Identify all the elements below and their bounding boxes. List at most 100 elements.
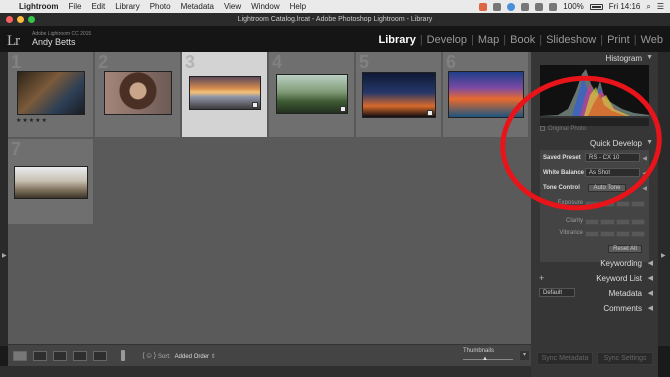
- original-photo-toggle[interactable]: Original Photo: [540, 126, 586, 132]
- menu-edit[interactable]: Edit: [86, 2, 110, 11]
- module-develop[interactable]: Develop: [424, 34, 470, 46]
- edited-badge-icon[interactable]: [427, 110, 433, 116]
- right-panel-edge[interactable]: ▶: [658, 52, 670, 346]
- compare-view-button[interactable]: [53, 351, 67, 361]
- tray-app-icon[interactable]: [507, 2, 516, 11]
- wifi-icon[interactable]: [535, 2, 544, 11]
- expand-left-panel-icon[interactable]: ▶: [2, 252, 7, 259]
- star-rating[interactable]: ★★★★★: [16, 117, 48, 124]
- menu-library[interactable]: Library: [110, 2, 144, 11]
- edited-badge-icon[interactable]: [252, 102, 258, 108]
- left-panel-collapsed[interactable]: ▶: [0, 52, 8, 346]
- library-grid[interactable]: 1 ★★★★★ 2 3 4 5 6 7: [8, 52, 531, 344]
- thumbnail-size-slider[interactable]: [463, 359, 513, 360]
- tray-app-icon[interactable]: [493, 2, 502, 11]
- module-slideshow[interactable]: Slideshow: [543, 34, 599, 46]
- photo-thumbnail[interactable]: [276, 74, 348, 114]
- exposure-stepper[interactable]: [585, 201, 645, 207]
- window-title-bar: Lightroom Catalog.lrcat - Adobe Photosho…: [0, 13, 670, 26]
- keywording-header[interactable]: Keywording ◀: [531, 257, 658, 270]
- panel-title: Keyword List: [596, 274, 642, 283]
- saved-preset-select[interactable]: RS - CX 10: [585, 153, 640, 162]
- clarity-stepper[interactable]: [585, 219, 645, 225]
- module-book[interactable]: Book: [507, 34, 538, 46]
- search-icon[interactable]: ⌕: [646, 2, 650, 12]
- tray-app-icon[interactable]: [521, 2, 530, 11]
- menu-help[interactable]: Help: [285, 2, 311, 11]
- panel-title: Comments: [603, 304, 642, 313]
- checkbox-icon[interactable]: [540, 126, 545, 131]
- module-web[interactable]: Web: [638, 34, 666, 46]
- grid-cell-selected[interactable]: 3: [182, 52, 268, 138]
- identity-plate: Lr Adobe Lightroom CC 2015 Andy Betts Li…: [0, 26, 670, 52]
- menu-photo[interactable]: Photo: [145, 2, 176, 11]
- grid-cell[interactable]: 6: [443, 52, 529, 138]
- photo-thumbnail[interactable]: [448, 71, 524, 118]
- grid-cell[interactable]: 2: [95, 52, 181, 138]
- cell-index: 1: [11, 52, 22, 72]
- add-keyword-icon[interactable]: +: [539, 273, 544, 283]
- sort-control[interactable]: Sort: Added Order ⇕: [158, 353, 216, 360]
- expand-icon[interactable]: ◀: [648, 289, 653, 297]
- collapse-icon[interactable]: ▼: [646, 54, 653, 61]
- grid-view-button[interactable]: [13, 351, 27, 361]
- collapse-right-panel-icon[interactable]: ▶: [661, 252, 666, 259]
- module-library[interactable]: Library: [376, 34, 419, 46]
- histogram-header[interactable]: Histogram ▼: [531, 52, 658, 65]
- toolbar-menu-icon[interactable]: ▾: [520, 351, 529, 360]
- menu-lightroom[interactable]: Lightroom: [14, 2, 64, 11]
- menu-view[interactable]: View: [219, 2, 246, 11]
- photo-thumbnail[interactable]: [14, 166, 88, 199]
- tray-app-icon[interactable]: [479, 2, 488, 11]
- collapse-icon[interactable]: ▼: [646, 139, 653, 146]
- saved-preset-label: Saved Preset: [543, 155, 581, 161]
- photo-thumbnail[interactable]: [362, 72, 436, 118]
- cell-index: 3: [185, 52, 196, 72]
- grid-cell[interactable]: 1 ★★★★★: [8, 52, 94, 138]
- loupe-view-button[interactable]: [33, 351, 47, 361]
- sort-value[interactable]: Added Order: [175, 354, 209, 360]
- slider-knob-icon[interactable]: ▲: [482, 356, 488, 362]
- faces-icon[interactable]: ⟨☺⟩: [142, 351, 156, 360]
- menu-metadata[interactable]: Metadata: [176, 2, 219, 11]
- photo-thumbnail[interactable]: [189, 76, 261, 110]
- photo-thumbnail[interactable]: [104, 71, 172, 115]
- module-map[interactable]: Map: [475, 34, 502, 46]
- survey-view-button[interactable]: [73, 351, 87, 361]
- notification-center-icon[interactable]: ☰: [657, 2, 664, 11]
- menu-file[interactable]: File: [64, 2, 87, 11]
- painter-icon[interactable]: [121, 350, 125, 361]
- cell-index: 7: [11, 139, 22, 159]
- expand-icon[interactable]: ◀: [648, 259, 653, 267]
- people-view-button[interactable]: [93, 351, 107, 361]
- menu-window[interactable]: Window: [246, 2, 284, 11]
- metadata-header[interactable]: Default Metadata ◀: [531, 287, 658, 300]
- volume-icon[interactable]: [549, 2, 558, 11]
- grid-cell[interactable]: 4: [269, 52, 355, 138]
- right-panel: Histogram ▼ Original Photo Quick Develop…: [531, 52, 658, 377]
- photo-thumbnail[interactable]: [17, 71, 85, 115]
- battery-icon[interactable]: [589, 3, 603, 10]
- tone-control-label: Tone Control: [543, 185, 580, 191]
- reset-all-button[interactable]: Reset All: [608, 245, 642, 253]
- module-print[interactable]: Print: [604, 34, 633, 46]
- expand-arrow-icon[interactable]: ◀: [642, 155, 647, 162]
- quick-develop-header[interactable]: Quick Develop ▼: [531, 137, 658, 150]
- metadata-preset-select[interactable]: Default: [539, 288, 575, 297]
- grid-cell[interactable]: 7: [8, 139, 94, 225]
- grid-cell[interactable]: 5: [356, 52, 442, 138]
- sync-metadata-button[interactable]: Sync Metadata: [537, 352, 593, 365]
- filmstrip[interactable]: [0, 366, 531, 377]
- comments-header[interactable]: Comments ◀: [531, 302, 658, 315]
- expand-arrow-icon[interactable]: ◀: [642, 185, 647, 192]
- expand-icon[interactable]: ◀: [648, 274, 653, 282]
- expand-arrow-icon[interactable]: ◀: [642, 170, 647, 177]
- expand-icon[interactable]: ◀: [648, 304, 653, 312]
- vibrance-stepper[interactable]: [585, 231, 645, 237]
- auto-tone-button[interactable]: Auto Tone: [588, 184, 626, 192]
- sync-settings-button[interactable]: Sync Settings: [597, 352, 653, 365]
- white-balance-select[interactable]: As Shot: [585, 168, 640, 177]
- edited-badge-icon[interactable]: [340, 106, 346, 112]
- clock[interactable]: Fri 14:16: [609, 2, 641, 11]
- keyword-list-header[interactable]: + Keyword List ◀: [531, 272, 658, 285]
